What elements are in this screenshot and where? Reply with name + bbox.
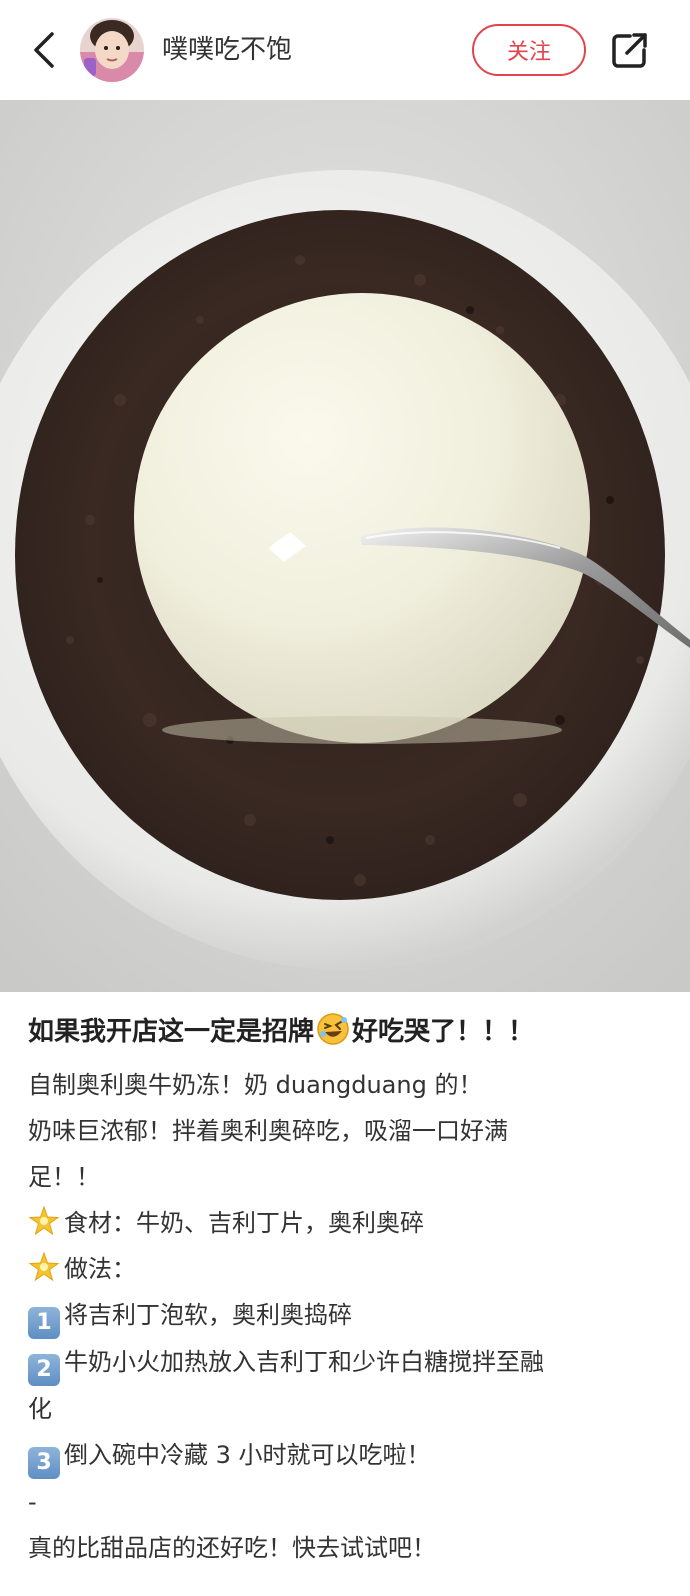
body-line: 化	[28, 1395, 52, 1423]
step-line: 3 倒入碗中冷藏 3 小时就可以吃啦！	[28, 1432, 668, 1479]
post-title: 如果我开店这一定是招牌 好吃哭了！！！	[28, 1010, 668, 1054]
ingredients-line: 食材：牛奶、吉利丁片，奥利奥碎	[28, 1200, 668, 1246]
username[interactable]: 噗噗吃不饱	[162, 30, 292, 70]
keycap-number-icon: 3	[28, 1447, 60, 1479]
method-text: 做法：	[64, 1255, 136, 1283]
body-line: 自制奥利奥牛奶冻！奶 duangduang 的！	[28, 1071, 483, 1099]
ingredients-text: 食材：牛奶、吉利丁片，奥利奥碎	[64, 1209, 424, 1237]
follow-button[interactable]: 关注	[472, 24, 586, 76]
back-button[interactable]	[24, 26, 64, 74]
post-title-text-1: 如果我开店这一定是招牌	[28, 1017, 315, 1047]
share-icon	[612, 33, 647, 68]
step-line: 2 牛奶小火加热放入吉利丁和少许白糖搅拌至融	[28, 1339, 668, 1386]
top-bar: 噗噗吃不饱 关注	[0, 0, 690, 100]
keycap-number-icon: 1	[28, 1307, 60, 1339]
body-line: 足！！	[28, 1163, 100, 1191]
method-line: 做法：	[28, 1246, 668, 1292]
body-line: 奶味巨浓郁！拌着奥利奥碎吃，吸溜一口好满	[28, 1117, 508, 1145]
step-text: 倒入碗中冷藏 3 小时就可以吃啦！	[64, 1441, 431, 1469]
avatar[interactable]	[80, 18, 144, 82]
pudding-photo-image	[0, 100, 690, 992]
post-title-text-2: 好吃哭了！！！	[352, 1017, 535, 1047]
step-text: 将吉利丁泡软，奥利奥捣碎	[64, 1301, 352, 1329]
step-text: 牛奶小火加热放入吉利丁和少许白糖搅拌至融	[64, 1348, 544, 1376]
sparkle-star-icon	[28, 1251, 60, 1282]
step-line: 1 将吉利丁泡软，奥利奥捣碎	[28, 1292, 668, 1339]
keycap-number-icon: 2	[28, 1354, 60, 1386]
post-photo[interactable]	[0, 100, 690, 992]
avatar-image	[80, 18, 144, 82]
rolling-on-floor-laughing-icon	[317, 1013, 349, 1045]
sparkle-star-icon	[28, 1205, 60, 1236]
body-line: 真的比甜品店的还好吃！快去试试吧！	[28, 1534, 436, 1562]
post-body: 自制奥利奥牛奶冻！奶 duangduang 的！ 奶味巨浓郁！拌着奥利奥碎吃，吸…	[28, 1062, 668, 1571]
share-button[interactable]	[608, 28, 652, 72]
chevron-left-icon	[34, 32, 54, 68]
separator-line: -	[28, 1488, 37, 1516]
